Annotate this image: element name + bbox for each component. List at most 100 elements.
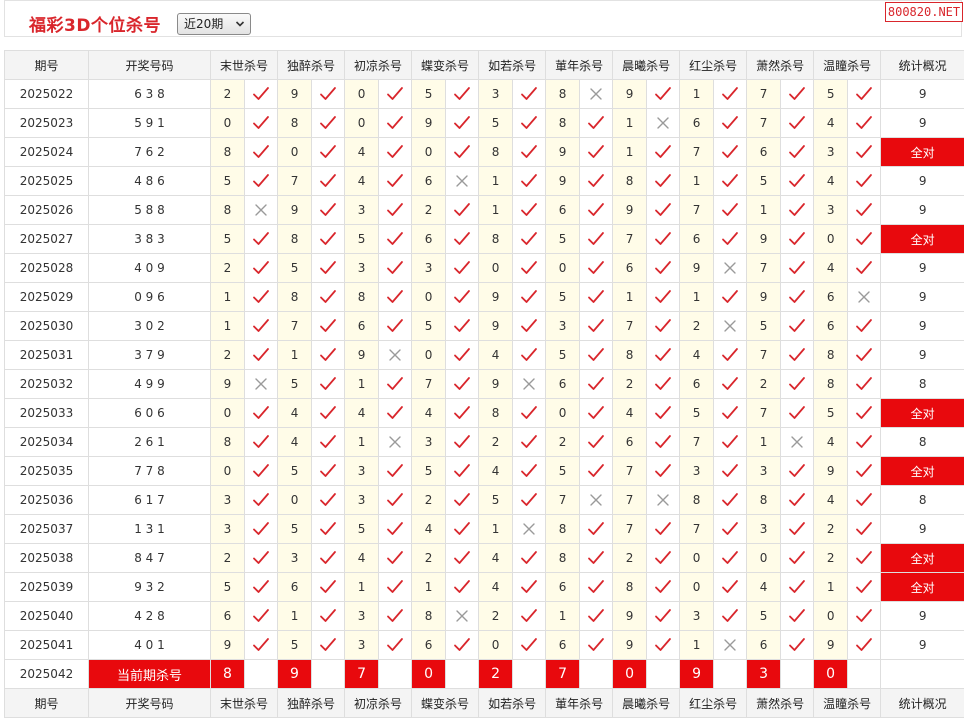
kill-number-cell: 6 <box>545 369 581 399</box>
check-icon <box>311 195 346 225</box>
check-icon <box>445 311 480 341</box>
check-icon <box>445 340 480 370</box>
check-icon <box>646 282 681 312</box>
kill-number-cell: 1 <box>679 79 715 109</box>
table-row: 2025039 9 3 2 5 6 1 1 4 6 8 0 4 1 全对 <box>4 572 964 602</box>
kill-number-cell: 5 <box>344 224 380 254</box>
kill-number-cell: 2 <box>210 543 245 573</box>
check-icon <box>713 427 748 457</box>
current-kill-number: 8 <box>210 659 245 689</box>
kill-number-cell: 4 <box>813 253 849 283</box>
empty-cell <box>880 659 964 689</box>
kill-number-cell: 4 <box>813 108 849 138</box>
column-header: 温瞳杀号 <box>813 50 882 80</box>
issue-cell: 2025027 <box>4 224 89 254</box>
check-icon <box>512 601 547 631</box>
check-icon <box>847 572 882 602</box>
kill-number-cell: 4 <box>411 398 447 428</box>
check-icon <box>780 514 815 544</box>
issue-cell: 2025033 <box>4 398 89 428</box>
check-icon <box>579 224 614 254</box>
issue-cell: 2025026 <box>4 195 89 225</box>
kill-number-cell: 4 <box>478 456 514 486</box>
check-icon <box>378 195 413 225</box>
table-row: 2025038 8 4 7 2 3 4 2 4 8 2 0 0 2 全对 <box>4 543 964 573</box>
kill-number-cell: 4 <box>478 340 514 370</box>
check-icon <box>311 79 346 109</box>
kill-number-cell: 5 <box>545 224 581 254</box>
issue-cell: 2025023 <box>4 108 89 138</box>
kill-number-cell: 5 <box>411 456 447 486</box>
check-icon <box>243 166 279 196</box>
kill-number-cell: 9 <box>813 630 849 660</box>
check-icon <box>780 340 815 370</box>
table-row: 2025041 4 0 195360691699 <box>4 630 964 660</box>
draw-number-cell: 4 8 6 <box>88 166 211 196</box>
table-row: 2025025 4 8 657461981549 <box>4 166 964 196</box>
draw-number-cell: 4 0 9 <box>88 253 211 283</box>
kill-number-cell: 5 <box>813 79 849 109</box>
check-icon <box>713 543 748 573</box>
kill-number-cell: 8 <box>277 282 313 312</box>
kill-number-cell: 5 <box>679 398 715 428</box>
kill-number-cell: 0 <box>478 630 514 660</box>
issue-cell: 2025040 <box>4 601 89 631</box>
kill-number-cell: 1 <box>679 282 715 312</box>
kill-number-cell: 0 <box>344 108 380 138</box>
check-icon <box>378 253 413 283</box>
table-row: 2025031 3 7 92 1 9 0 4 5 8 4 7 8 9 <box>4 340 964 370</box>
kill-number-cell: 7 <box>679 195 715 225</box>
kill-number-cell: 6 <box>679 369 715 399</box>
check-icon <box>378 282 413 312</box>
check-icon <box>579 166 614 196</box>
check-icon <box>243 427 279 457</box>
kill-number-cell: 8 <box>545 79 581 109</box>
kill-number-cell: 2 <box>411 485 447 515</box>
issue-cell: 2025031 <box>4 340 89 370</box>
kill-number-cell: 2 <box>545 427 581 457</box>
period-select[interactable]: 近20期 <box>177 13 251 35</box>
check-icon <box>243 340 279 370</box>
empty-cell <box>378 659 413 689</box>
empty-cell <box>243 659 279 689</box>
check-icon <box>646 427 681 457</box>
kill-number-cell: 5 <box>344 514 380 544</box>
check-icon <box>445 456 480 486</box>
kill-number-cell: 4 <box>813 485 849 515</box>
kill-number-cell: 6 <box>545 572 581 602</box>
empty-cell <box>847 659 882 689</box>
chevron-down-icon <box>235 14 245 42</box>
column-header: 如若杀号 <box>478 50 547 80</box>
kill-number-cell: 0 <box>679 543 715 573</box>
check-icon <box>512 311 547 341</box>
kill-number-cell: 1 <box>545 601 581 631</box>
site-badge[interactable]: 800820.NET <box>885 2 963 22</box>
kill-number-cell: 3 <box>411 253 447 283</box>
check-icon <box>512 166 547 196</box>
stat-cell: 9 <box>880 601 964 631</box>
kill-number-cell: 3 <box>813 195 849 225</box>
kill-number-cell: 1 <box>411 572 447 602</box>
kill-number-cell: 2 <box>679 311 715 341</box>
cross-icon <box>646 485 681 515</box>
check-icon <box>311 340 346 370</box>
draw-number-cell: 9 3 2 <box>88 572 211 602</box>
top-bar: 福彩3D个位杀号 近20期 <box>4 0 962 37</box>
check-icon <box>579 630 614 660</box>
draw-number-cell: 6 3 8 <box>88 79 211 109</box>
kill-number-cell: 6 <box>813 282 849 312</box>
check-icon <box>378 601 413 631</box>
stat-cell: 9 <box>880 514 964 544</box>
check-icon <box>579 398 614 428</box>
check-icon <box>780 195 815 225</box>
current-kill-number: 7 <box>545 659 581 689</box>
kill-number-cell: 7 <box>612 311 648 341</box>
cross-icon <box>579 485 614 515</box>
table-row: 2025024 7 6 2 8 0 4 0 8 9 1 7 6 3 全对 <box>4 137 964 167</box>
table-row: 2025026 5 8 88 9 3 2 1 6 9 7 1 3 9 <box>4 195 964 225</box>
check-icon <box>713 166 748 196</box>
kill-number-cell: 9 <box>411 108 447 138</box>
kill-number-cell: 9 <box>277 79 313 109</box>
kill-number-cell: 7 <box>746 253 782 283</box>
stat-cell: 8 <box>880 485 964 515</box>
